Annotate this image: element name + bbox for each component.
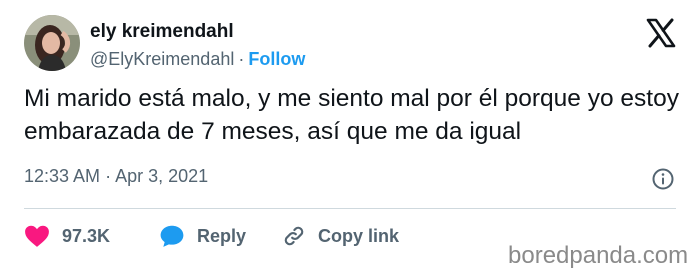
watermark: boredpanda.com xyxy=(508,242,689,269)
like-count: 97.3K xyxy=(62,225,111,246)
copy-link-label: Copy link xyxy=(318,225,400,246)
copy-link-button[interactable]: Copy link xyxy=(282,224,399,248)
timestamp-separator: · xyxy=(105,166,112,186)
tweet-time: 12:33 AM xyxy=(24,166,101,186)
reply-button[interactable]: Reply xyxy=(159,224,246,248)
x-logo-icon[interactable] xyxy=(645,18,677,48)
user-handle[interactable]: @ElyKreimendahl xyxy=(90,49,234,69)
display-name[interactable]: ely kreimendahl xyxy=(90,21,234,43)
timestamp[interactable]: 12:33 AM · Apr 3, 2021 xyxy=(24,166,208,187)
handle-row: @ElyKreimendahl · Follow xyxy=(90,49,305,70)
info-icon[interactable] xyxy=(651,167,675,191)
reply-bubble-icon xyxy=(160,225,184,247)
reply-label: Reply xyxy=(197,225,247,246)
divider xyxy=(24,208,676,209)
link-icon xyxy=(284,226,304,246)
heart-icon xyxy=(25,225,49,247)
like-button[interactable]: 97.3K xyxy=(24,224,110,248)
avatar-photo xyxy=(24,15,80,71)
action-bar: 97.3K Reply Copy link xyxy=(24,224,584,252)
tweet-text: Mi marido está malo, y me siento mal por… xyxy=(24,85,679,145)
follow-button[interactable]: Follow xyxy=(248,49,305,69)
avatar[interactable] xyxy=(24,15,80,71)
separator-dot: · xyxy=(238,49,245,69)
tweet-date: Apr 3, 2021 xyxy=(115,166,209,186)
